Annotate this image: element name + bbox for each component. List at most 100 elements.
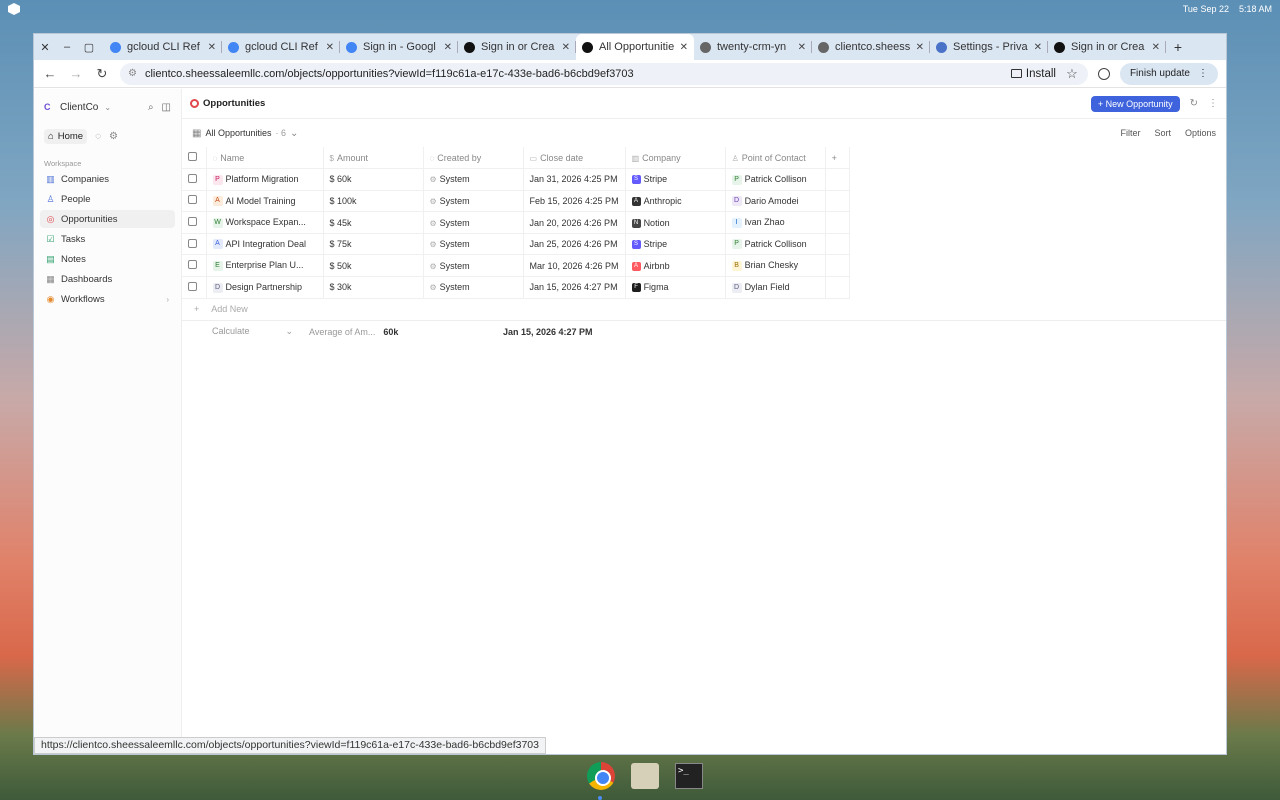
row-select-cell[interactable] — [182, 276, 207, 299]
browser-tab[interactable]: gcloud CLI Ref ✕ — [104, 34, 222, 60]
table-row[interactable]: E Enterprise Plan U... $ 50k ⚙ System Mar 10,… — [182, 254, 850, 278]
amount-aggregate-cell[interactable]: Average of Am... 60k — [299, 327, 399, 337]
table-row[interactable]: W Workspace Expan... $ 45k ⚙ System Jan 20, 2… — [182, 211, 850, 234]
row-checkbox[interactable] — [188, 195, 197, 205]
amount-cell[interactable]: $ 60k — [323, 168, 424, 191]
back-icon[interactable]: ← — [42, 66, 58, 81]
amount-cell[interactable]: $ 50k — [323, 254, 424, 278]
select-all-cell[interactable] — [182, 147, 207, 170]
select-all-checkbox[interactable] — [188, 152, 197, 162]
contact-cell[interactable]: D Dylan Field — [725, 276, 826, 299]
refresh-icon[interactable]: ↻ — [1190, 98, 1198, 109]
chat-icon[interactable]: ◌ — [95, 131, 101, 142]
browser-tab[interactable]: All Opportunitie ✕ — [576, 34, 694, 60]
company-cell[interactable]: A Airbnb — [625, 254, 726, 278]
forward-icon[interactable]: → — [68, 66, 84, 81]
home-button[interactable]: ⌂ Home — [44, 128, 88, 144]
close-date-cell[interactable]: Feb 15, 2026 4:25 PM — [523, 190, 626, 213]
terminal-dock-icon[interactable]: >_ — [674, 761, 704, 791]
created-by-cell[interactable]: ⚙ System — [423, 168, 524, 191]
column-header-created-by[interactable]: ◌ Created by — [423, 147, 524, 170]
created-by-cell[interactable]: ⚙ System — [423, 190, 524, 213]
omnibox[interactable]: ⚙ clientco.sheessaleemllc.com/objects/op… — [120, 62, 1088, 85]
column-header-amount[interactable]: $ Amount — [323, 147, 424, 170]
install-button[interactable]: Install — [1010, 68, 1056, 80]
row-select-cell[interactable] — [182, 190, 207, 213]
browser-tab[interactable]: clientco.sheess ✕ — [812, 34, 930, 60]
row-select-cell[interactable] — [182, 168, 207, 191]
close-date-cell[interactable]: Jan 15, 2026 4:27 PM — [523, 276, 626, 299]
contact-cell[interactable]: I Ivan Zhao — [725, 211, 826, 234]
row-checkbox[interactable] — [188, 173, 197, 183]
company-cell[interactable]: A Anthropic — [625, 190, 726, 213]
finish-update-button[interactable]: Finish update ⋮ — [1119, 62, 1218, 85]
column-header-close-date[interactable]: ▭ Close date — [523, 147, 626, 170]
row-select-cell[interactable] — [182, 211, 207, 234]
created-by-cell[interactable]: ⚙ System — [423, 276, 524, 299]
sidebar-item-workflows[interactable]: ◉ Workflows › — [40, 290, 175, 308]
sidebar-item-tasks[interactable]: ☑ Tasks — [40, 230, 175, 248]
sidebar-item-opportunities[interactable]: ◎ Opportunities — [40, 210, 175, 228]
close-tab-icon[interactable]: ✕ — [680, 42, 688, 53]
plus-icon[interactable]: + — [832, 153, 837, 163]
sidebar-item-notes[interactable]: ▤ Notes — [40, 250, 175, 268]
profile-icon[interactable] — [1097, 67, 1110, 80]
collapse-sidebar-icon[interactable]: ◫ — [162, 102, 171, 113]
close-tab-icon[interactable]: ✕ — [916, 42, 924, 53]
table-row[interactable]: D Design Partnership $ 30k ⚙ System Jan 15, 2… — [182, 276, 850, 299]
add-new-row[interactable]: + Add New — [182, 299, 1226, 321]
browser-tab[interactable]: Settings - Priva ✕ — [930, 34, 1048, 60]
created-by-cell[interactable]: ⚙ System — [423, 211, 524, 234]
name-cell[interactable]: A AI Model Training — [206, 190, 324, 213]
new-opportunity-button[interactable]: + New Opportunity — [1090, 95, 1180, 112]
contact-cell[interactable]: P Patrick Collison — [725, 168, 826, 191]
row-checkbox[interactable] — [188, 238, 197, 248]
table-row[interactable]: A AI Model Training $ 100k ⚙ System Feb 15, 2… — [182, 190, 850, 213]
name-cell[interactable]: P Platform Migration — [206, 168, 324, 191]
more-vert-icon[interactable]: ⋮ — [1208, 98, 1218, 109]
company-cell[interactable]: N Notion — [625, 211, 726, 234]
settings-gear-icon[interactable]: ⚙ — [109, 131, 118, 142]
close-tab-icon[interactable]: ✕ — [562, 42, 570, 53]
workspace-switcher[interactable]: C ClientCo ⌄ ⌕ ◫ — [40, 97, 175, 117]
close-date-cell[interactable]: Jan 25, 2026 4:26 PM — [523, 233, 626, 256]
name-cell[interactable]: E Enterprise Plan U... — [206, 254, 324, 278]
company-cell[interactable]: S Stripe — [625, 233, 726, 256]
company-cell[interactable]: S Stripe — [625, 168, 726, 191]
view-action-filter[interactable]: Filter — [1120, 128, 1140, 138]
browser-tab[interactable]: Sign in or Crea ✕ — [458, 34, 576, 60]
close-tab-icon[interactable]: ✕ — [326, 42, 334, 53]
contact-cell[interactable]: B Brian Chesky — [725, 254, 826, 278]
row-checkbox[interactable] — [188, 217, 197, 227]
browser-tab[interactable]: Sign in or Crea ✕ — [1048, 34, 1166, 60]
minimize-window-icon[interactable]: – — [56, 41, 78, 54]
name-cell[interactable]: W Workspace Expan... — [206, 211, 324, 234]
maximize-window-icon[interactable]: ▢ — [78, 41, 100, 54]
close-date-cell[interactable]: Jan 20, 2026 4:26 PM — [523, 211, 626, 234]
sidebar-item-dashboards[interactable]: ▦ Dashboards — [40, 270, 175, 288]
close-date-cell[interactable]: Jan 31, 2026 4:25 PM — [523, 168, 626, 191]
table-row[interactable]: A API Integration Deal $ 75k ⚙ System Jan 25,… — [182, 233, 850, 256]
browser-tab[interactable]: Sign in - Googl ✕ — [340, 34, 458, 60]
amount-cell[interactable]: $ 45k — [323, 211, 424, 234]
row-select-cell[interactable] — [182, 233, 207, 256]
files-dock-icon[interactable] — [630, 761, 660, 791]
close-tab-icon[interactable]: ✕ — [1034, 42, 1042, 53]
view-picker[interactable]: ▦ All Opportunities · 6 ⌄ — [192, 128, 298, 139]
chrome-dock-icon[interactable] — [586, 761, 616, 791]
view-action-sort[interactable]: Sort — [1154, 128, 1171, 138]
site-info-icon[interactable]: ⚙ — [128, 68, 137, 79]
calculate-cell[interactable]: Calculate ⌄ — [182, 326, 299, 337]
url-text[interactable]: clientco.sheessaleemllc.com/objects/oppo… — [145, 68, 1003, 80]
reload-icon[interactable]: ↻ — [94, 66, 110, 82]
created-by-cell[interactable]: ⚙ System — [423, 254, 524, 278]
close-tab-icon[interactable]: ✕ — [798, 42, 806, 53]
amount-cell[interactable]: $ 100k — [323, 190, 424, 213]
close-tab-icon[interactable]: ✕ — [444, 42, 452, 53]
bookmark-star-icon[interactable]: ☆ — [1064, 66, 1080, 82]
contact-cell[interactable]: P Patrick Collison — [725, 233, 826, 256]
created-by-cell[interactable]: ⚙ System — [423, 233, 524, 256]
add-column-cell[interactable]: + — [825, 147, 850, 170]
sidebar-item-companies[interactable]: ▥ Companies — [40, 170, 175, 188]
close-date-aggregate[interactable]: Jan 15, 2026 4:27 PM — [499, 327, 593, 337]
